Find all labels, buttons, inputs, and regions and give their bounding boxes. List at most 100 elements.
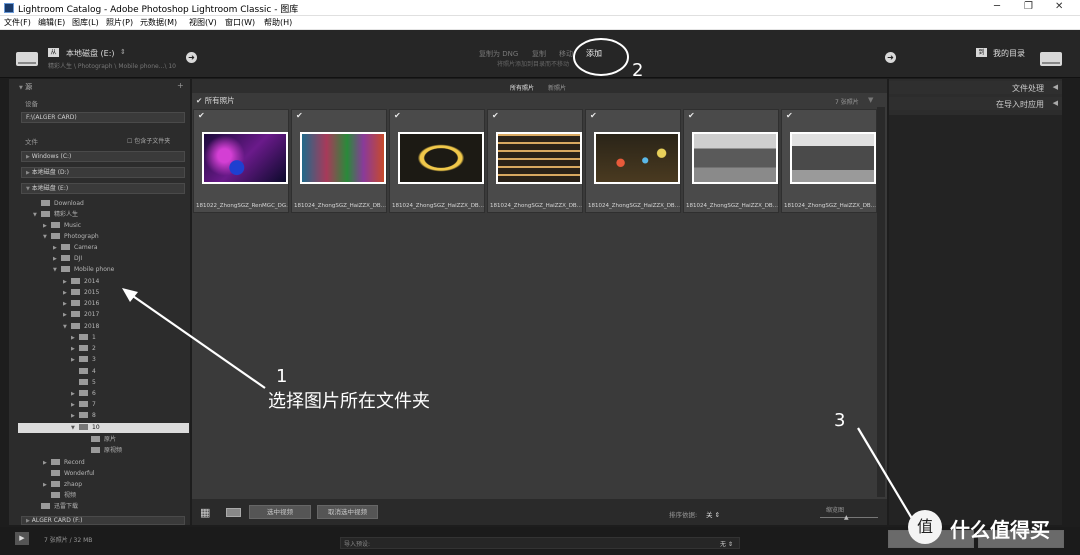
folder-5[interactable]: 5: [71, 377, 96, 388]
folder-1[interactable]: ▶ 1: [71, 332, 96, 343]
collapse-left-icon: ◀: [1052, 99, 1058, 107]
volume-card[interactable]: ▶ ALGER CARD (F:): [21, 516, 185, 525]
tab-new-photos[interactable]: 新照片: [548, 83, 566, 92]
folder-2015[interactable]: ▶ 2015: [63, 287, 99, 298]
folder-zhaop[interactable]: ▶ zhaop: [43, 479, 82, 490]
menu-file[interactable]: 文件(F): [4, 17, 31, 28]
menu-photo[interactable]: 照片(P): [106, 17, 133, 28]
import-preset-bar[interactable]: [340, 537, 740, 549]
source-drive-icon: [16, 52, 38, 66]
folder-shipin[interactable]: 视频: [43, 490, 76, 501]
folder-2017[interactable]: ▶ 2017: [63, 309, 99, 320]
folder-yuanshipin[interactable]: 原视频: [91, 445, 122, 456]
photo-cell[interactable]: ✔ 181022_ZhongSGZ_RenMGC_DG...: [193, 109, 289, 213]
photo-thumbnail: [302, 134, 384, 182]
expand-presets-icon[interactable]: ▶: [15, 532, 29, 545]
volume-c[interactable]: ▶ Windows (C:): [21, 151, 185, 162]
grid-view-icon[interactable]: ▦: [200, 506, 210, 519]
photo-cell[interactable]: ✔ 181024_ZhongSGZ_HaiZZX_DB...: [781, 109, 877, 213]
close-icon[interactable]: ✕: [1055, 1, 1063, 12]
photo-checkbox-icon[interactable]: ✔: [590, 111, 597, 120]
source-drive-label[interactable]: 本地磁盘 (E:): [66, 48, 115, 59]
folder-jingcai[interactable]: ▼ 精彩人生: [33, 209, 78, 220]
folder-2016[interactable]: ▶ 2016: [63, 298, 99, 309]
menu-window[interactable]: 窗口(W): [225, 17, 255, 28]
dest-label[interactable]: 我的目录: [993, 48, 1025, 59]
photo-checkbox-icon[interactable]: ✔: [688, 111, 695, 120]
uncheck-all-button[interactable]: 取消选中视频: [317, 505, 378, 519]
check-all-button[interactable]: 选中视频: [249, 505, 311, 519]
folder-record[interactable]: ▶ Record: [43, 457, 85, 468]
photo-checkbox-icon[interactable]: ✔: [394, 111, 401, 120]
include-subfolders-checkbox[interactable]: ☐ 包含子文件夹: [127, 136, 170, 145]
tab-all-photos[interactable]: 所有照片: [510, 83, 534, 92]
folder-label: Music: [64, 222, 82, 229]
photo-checkbox-icon[interactable]: ✔: [492, 111, 499, 120]
photo-cell[interactable]: ✔ 181024_ZhongSGZ_HaiZZX_DB...: [683, 109, 779, 213]
folder-camera[interactable]: ▶ Camera: [53, 242, 98, 253]
import-button[interactable]: [978, 530, 1064, 548]
folder-dji[interactable]: ▶ DJI: [53, 253, 82, 264]
thumbnail-size-slider[interactable]: [820, 517, 878, 518]
folder-icon: [41, 211, 50, 217]
folder-download[interactable]: Download: [33, 198, 84, 209]
mode-add[interactable]: 添加: [586, 48, 602, 59]
device-item[interactable]: F:\(ALGER CARD): [21, 112, 185, 123]
section-collapse-icon[interactable]: ▼: [868, 96, 873, 104]
photo-cell[interactable]: ✔ 181024_ZhongSGZ_HaiZZX_DB...: [585, 109, 681, 213]
folder-icon: [79, 368, 88, 374]
import-preset-dropdown[interactable]: 无 ⇕: [720, 539, 733, 548]
sort-dropdown[interactable]: 关 ⇕: [706, 509, 720, 519]
folder-6[interactable]: ▶ 6: [71, 388, 96, 399]
photo-thumbnail: [400, 134, 482, 182]
section-header[interactable]: ✔ 所有照片: [196, 95, 235, 106]
photo-frame: [398, 132, 484, 184]
minimize-icon[interactable]: ─: [994, 1, 1000, 12]
menu-metadata[interactable]: 元数据(M): [140, 17, 177, 28]
photo-cell[interactable]: ✔ 181024_ZhongSGZ_HaiZZX_DB...: [389, 109, 485, 213]
add-source-icon[interactable]: +: [177, 81, 184, 90]
folder-yuanpian[interactable]: 原片: [91, 434, 116, 445]
folder-mobile-phone[interactable]: ▼ Mobile phone: [53, 264, 114, 275]
mode-move[interactable]: 移动: [559, 49, 573, 59]
folder-wonderful[interactable]: Wonderful: [43, 468, 95, 479]
folder-xunlei[interactable]: 迅雷下载: [33, 501, 78, 512]
source-panel: ▼ 源 + 设备 F:\(ALGER CARD) 文件 ☐ 包含子文件夹 ▶ W…: [9, 79, 190, 525]
photo-cell[interactable]: ✔ 181024_ZhongSGZ_HaiZZX_DB...: [291, 109, 387, 213]
menu-help[interactable]: 帮助(H): [264, 17, 292, 28]
volume-d[interactable]: ▶ 本地磁盘 (D:): [21, 167, 185, 178]
folder-2[interactable]: ▶ 2: [71, 343, 96, 354]
loupe-view-icon[interactable]: [226, 508, 241, 517]
folder-icon: [79, 345, 88, 351]
grid-scrollbar[interactable]: [877, 107, 885, 497]
folder-2014[interactable]: ▶ 2014: [63, 276, 99, 287]
thumbnail-slider-handle-icon[interactable]: ▲: [844, 514, 849, 521]
folder-10-selected[interactable]: ▼ 10: [71, 423, 100, 433]
photo-checkbox-icon[interactable]: ✔: [296, 111, 303, 120]
photo-cell[interactable]: ✔ 181024_ZhongSGZ_HaiZZX_DB...: [487, 109, 583, 213]
apply-during-import-header[interactable]: 在导入时应用 ◀: [889, 97, 1062, 110]
menu-view[interactable]: 视图(V): [189, 17, 217, 28]
cancel-button[interactable]: [888, 530, 974, 548]
source-panel-header[interactable]: ▼ 源: [19, 82, 32, 95]
folder-8[interactable]: ▶ 8: [71, 410, 96, 421]
volume-e[interactable]: ▼ 本地磁盘 (E:): [21, 183, 185, 194]
menu-library[interactable]: 图库(L): [72, 17, 99, 28]
folder-label: 2018: [84, 323, 100, 330]
folder-7[interactable]: ▶ 7: [71, 399, 96, 410]
maximize-icon[interactable]: ❐: [1024, 1, 1033, 12]
source-dropdown-icon[interactable]: ⇕: [120, 48, 126, 56]
folder-4[interactable]: 4: [71, 366, 96, 377]
folder-3[interactable]: ▶ 3: [71, 354, 96, 365]
file-handling-header[interactable]: 文件处理 ◀: [889, 81, 1062, 94]
folder-label: 迅雷下载: [54, 503, 79, 510]
photo-checkbox-icon[interactable]: ✔: [198, 111, 205, 120]
photo-checkbox-icon[interactable]: ✔: [786, 111, 793, 120]
folder-photograph[interactable]: ▼ Photograph: [43, 231, 99, 242]
menu-edit[interactable]: 编辑(E): [38, 17, 65, 28]
folder-2018[interactable]: ▼ 2018: [63, 321, 99, 332]
mode-copy[interactable]: 复制: [532, 49, 546, 59]
section-check-icon[interactable]: ✔: [196, 96, 202, 105]
mode-copy-dng[interactable]: 复制为 DNG: [479, 49, 518, 59]
folder-music[interactable]: ▶ Music: [43, 220, 81, 231]
